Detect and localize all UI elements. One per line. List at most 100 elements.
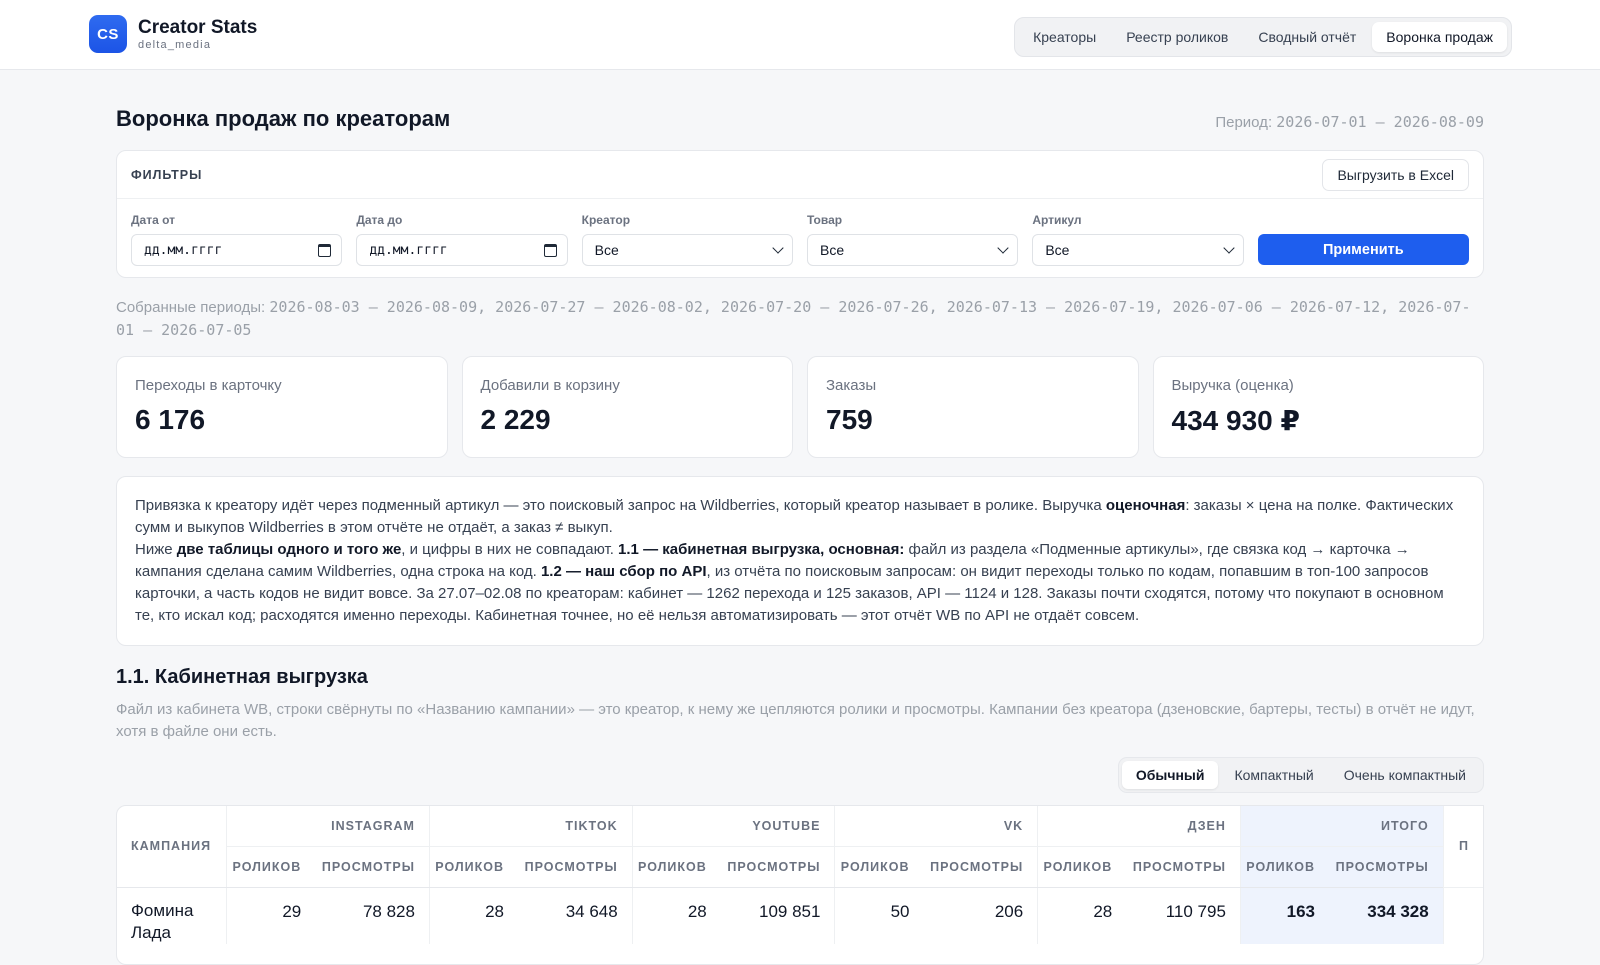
- table-cell-truncated: [1442, 887, 1483, 944]
- kpi-value: 434 930 ₽: [1171, 405, 1300, 436]
- column-header-views[interactable]: ПРОСМОТРЫ: [1126, 846, 1241, 888]
- main-nav: Креаторы Реестр роликов Сводный отчёт Во…: [1014, 17, 1512, 57]
- kpi-card-clicks: Переходы в карточку 6 176: [116, 356, 448, 458]
- group-header-truncated: П: [1442, 806, 1483, 888]
- table-cell: 206: [994, 901, 1024, 921]
- creator-select[interactable]: Все: [581, 234, 793, 266]
- column-header-videos[interactable]: РОЛИКОВ: [631, 846, 721, 888]
- group-header-instagram: INSTAGRAM: [226, 806, 430, 847]
- kpi-card-cart: Добавили в корзину 2 229: [461, 356, 793, 458]
- creator-value: Все: [594, 242, 619, 258]
- table-row[interactable]: Фомина Лада 29 78 828 28 34 648 28 109 8…: [117, 887, 1483, 944]
- campaign-name: Фомина Лада: [131, 900, 194, 942]
- collected-value: 2026-08-03 — 2026-08-09, 2026-07-27 — 20…: [116, 298, 1471, 339]
- column-header-videos[interactable]: РОЛИКОВ: [1037, 846, 1127, 888]
- date-to-value: дд.мм.гггг: [369, 242, 448, 258]
- column-header-views[interactable]: ПРОСМОТРЫ: [923, 846, 1038, 888]
- table-cell-total: 334 328: [1328, 887, 1444, 944]
- column-header-videos[interactable]: РОЛИКОВ: [226, 846, 316, 888]
- nav-sales-funnel[interactable]: Воронка продаж: [1372, 22, 1507, 52]
- kpi-label: Переходы в карточку: [135, 377, 282, 394]
- app-title: Creator Stats: [138, 16, 258, 38]
- note-paragraph-1: Привязка к креатору идёт через подменный…: [135, 497, 1454, 536]
- brand[interactable]: CS Creator Stats delta_media: [89, 15, 257, 53]
- kpi-label: Заказы: [826, 377, 877, 394]
- date-from-input[interactable]: дд.мм.гггг: [131, 234, 343, 266]
- section-title: 1.1. Кабинетная выгрузка: [116, 666, 368, 688]
- column-header-views[interactable]: ПРОСМОТРЫ: [315, 846, 430, 888]
- table-cell-total: 163: [1239, 887, 1329, 944]
- table-cell: 28: [1037, 887, 1127, 944]
- column-header-videos[interactable]: РОЛИКОВ: [834, 846, 924, 888]
- cabinet-table: КАМПАНИЯ INSTAGRAM TIKTOK YOUTUBE VK ДЗЕ…: [116, 805, 1484, 965]
- table-cell: 110 795: [1165, 901, 1226, 921]
- info-note: Привязка к креатору идёт через подменный…: [116, 476, 1484, 646]
- chevron-down-icon: [772, 242, 784, 254]
- cabinet-data-table: КАМПАНИЯ INSTAGRAM TIKTOK YOUTUBE VK ДЗЕ…: [117, 806, 1483, 944]
- kpi-value: 759: [826, 404, 873, 435]
- column-header-views[interactable]: ПРОСМОТРЫ: [1328, 846, 1444, 888]
- export-excel-button[interactable]: Выгрузить в Excel: [1322, 158, 1469, 191]
- article-value: Все: [1045, 242, 1070, 258]
- calendar-icon[interactable]: [318, 243, 332, 257]
- table-cell: 29: [226, 887, 316, 944]
- period-readout: Период: 2026-07-01 — 2026-08-09: [1215, 113, 1484, 131]
- kpi-label: Добавили в корзину: [480, 377, 620, 394]
- column-header-videos[interactable]: РОЛИКОВ: [428, 846, 518, 888]
- date-from-label: Дата от: [131, 213, 176, 227]
- kpi-row: Переходы в карточку 6 176 Добавили в кор…: [116, 356, 1484, 458]
- collected-label: Собранные периоды:: [116, 299, 266, 316]
- kpi-value: 6 176: [135, 404, 206, 435]
- density-normal[interactable]: Обычный: [1121, 761, 1219, 789]
- table-cell: 78 828: [362, 901, 415, 921]
- column-header-views[interactable]: ПРОСМОТРЫ: [517, 846, 633, 888]
- nav-video-registry[interactable]: Реестр роликов: [1112, 22, 1242, 52]
- chevron-down-icon: [1222, 242, 1235, 254]
- section-description: Файл из кабинета WB, строки свёрнуты по …: [116, 701, 1475, 740]
- nav-creators[interactable]: Креаторы: [1019, 22, 1110, 52]
- date-to-input[interactable]: дд.мм.гггг: [356, 234, 568, 266]
- density-compact[interactable]: Компактный: [1220, 761, 1327, 789]
- page-title: Воронка продаж по креаторам: [116, 106, 451, 131]
- density-toggle: Обычный Компактный Очень компактный: [1117, 757, 1484, 793]
- column-header-campaign[interactable]: КАМПАНИЯ: [117, 806, 227, 888]
- main-content: Воронка продаж по креаторам Период: 2026…: [116, 70, 1484, 965]
- collected-periods: Собранные периоды: 2026-08-03 — 2026-08-…: [116, 296, 1484, 342]
- kpi-card-revenue: Выручка (оценка) 434 930 ₽: [1152, 356, 1484, 458]
- kpi-label: Выручка (оценка): [1171, 377, 1294, 394]
- column-header-videos[interactable]: РОЛИКОВ: [1239, 846, 1329, 888]
- group-header-youtube: YOUTUBE: [631, 806, 835, 847]
- kpi-value: 2 229: [480, 404, 551, 435]
- apply-button[interactable]: Применить: [1257, 234, 1469, 265]
- group-header-total: ИТОГО: [1239, 806, 1444, 847]
- period-value: 2026-07-01 — 2026-08-09: [1276, 113, 1484, 131]
- creator-label: Креатор: [581, 213, 631, 227]
- group-header-vk: VK: [834, 806, 1038, 847]
- group-header-tiktok: TIKTOK: [428, 806, 633, 847]
- top-bar: CS Creator Stats delta_media Креаторы Ре…: [0, 0, 1600, 70]
- kpi-card-orders: Заказы 759: [807, 356, 1139, 458]
- date-from-value: дд.мм.гггг: [144, 242, 223, 258]
- column-header-views[interactable]: ПРОСМОТРЫ: [720, 846, 835, 888]
- product-value: Все: [819, 242, 845, 258]
- date-to-label: Дата до: [356, 213, 403, 227]
- app-logo: CS: [89, 15, 127, 53]
- period-label: Период:: [1215, 114, 1273, 131]
- table-cell: 28: [631, 887, 721, 944]
- nav-summary-report[interactable]: Сводный отчёт: [1244, 22, 1370, 52]
- product-label: Товар: [806, 213, 843, 227]
- filters-heading: ФИЛЬТРЫ: [131, 167, 203, 182]
- workspace-name: delta_media: [138, 38, 212, 51]
- table-cell: 50: [834, 887, 924, 944]
- product-select[interactable]: Все: [806, 234, 1019, 266]
- calendar-icon[interactable]: [543, 243, 557, 257]
- article-select[interactable]: Все: [1032, 234, 1244, 266]
- article-label: Артикул: [1032, 213, 1082, 227]
- filters-panel: ФИЛЬТРЫ Выгрузить в Excel Дата от дд.мм.…: [116, 150, 1484, 278]
- table-cell: 34 648: [565, 901, 618, 921]
- table-cell: 109 851: [758, 901, 821, 921]
- group-header-dzen: ДЗЕН: [1037, 806, 1241, 847]
- density-very-compact[interactable]: Очень компактный: [1330, 761, 1480, 789]
- table-cell: 28: [428, 887, 518, 944]
- note-paragraph-2: Ниже две таблицы одного и того же, и циф…: [135, 541, 1444, 624]
